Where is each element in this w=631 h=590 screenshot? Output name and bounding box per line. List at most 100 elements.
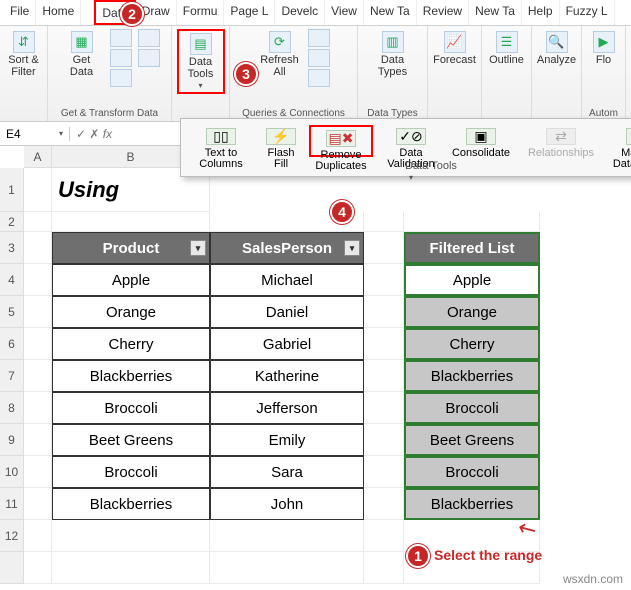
- tab-newtab2[interactable]: New Ta: [469, 0, 522, 25]
- consolidate-button[interactable]: ▣ Consolidate: [449, 125, 513, 157]
- product-cell[interactable]: Apple: [52, 264, 210, 296]
- cell[interactable]: [364, 520, 404, 552]
- cell[interactable]: [24, 296, 52, 328]
- existing-conn-icon[interactable]: [138, 49, 160, 67]
- cell[interactable]: [364, 328, 404, 360]
- outline-button[interactable]: ☰ Outline: [486, 29, 527, 69]
- product-cell[interactable]: Blackberries: [52, 360, 210, 392]
- row-header[interactable]: 4: [0, 264, 24, 296]
- salesperson-header[interactable]: SalesPerson ▾: [210, 232, 364, 264]
- tab-pagelayout[interactable]: Page L: [224, 0, 275, 25]
- tab-review[interactable]: Review: [417, 0, 469, 25]
- tab-fuzzy[interactable]: Fuzzy L: [560, 0, 615, 25]
- cell[interactable]: [24, 552, 52, 584]
- filtered-cell[interactable]: Apple: [404, 264, 540, 296]
- data-types-button[interactable]: ▥ Data Types: [371, 29, 415, 80]
- row-header[interactable]: 9: [0, 424, 24, 456]
- product-cell[interactable]: Orange: [52, 296, 210, 328]
- cell[interactable]: [24, 168, 52, 212]
- tab-newtab1[interactable]: New Ta: [364, 0, 417, 25]
- salesperson-cell[interactable]: Katherine: [210, 360, 364, 392]
- salesperson-cell[interactable]: Gabriel: [210, 328, 364, 360]
- row-header[interactable]: 7: [0, 360, 24, 392]
- edit-links-icon[interactable]: [308, 69, 330, 87]
- cell[interactable]: [364, 424, 404, 456]
- row-header[interactable]: 12: [0, 520, 24, 552]
- filter-dropdown-icon[interactable]: ▾: [344, 240, 360, 256]
- row-header[interactable]: 6: [0, 328, 24, 360]
- forecast-button[interactable]: 📈 Forecast: [433, 29, 477, 69]
- cell[interactable]: [364, 360, 404, 392]
- row-header[interactable]: 1: [0, 168, 24, 212]
- filtered-cell[interactable]: Beet Greens: [404, 424, 540, 456]
- cell[interactable]: [364, 296, 404, 328]
- salesperson-cell[interactable]: Sara: [210, 456, 364, 488]
- properties-icon[interactable]: [308, 49, 330, 67]
- cell[interactable]: [210, 520, 364, 552]
- flow-button[interactable]: ▶ Flo: [586, 29, 621, 69]
- filtered-cell[interactable]: Broccoli: [404, 392, 540, 424]
- filtered-cell[interactable]: Broccoli: [404, 456, 540, 488]
- salesperson-cell[interactable]: Daniel: [210, 296, 364, 328]
- salesperson-cell[interactable]: Michael: [210, 264, 364, 296]
- get-data-button[interactable]: ▦ Get Data: [60, 29, 104, 80]
- salesperson-cell[interactable]: Jefferson: [210, 392, 364, 424]
- cell[interactable]: [364, 456, 404, 488]
- tab-help[interactable]: Help: [522, 0, 560, 25]
- row-header[interactable]: [0, 552, 24, 584]
- cell[interactable]: [24, 264, 52, 296]
- tab-view[interactable]: View: [325, 0, 364, 25]
- product-cell[interactable]: Blackberries: [52, 488, 210, 520]
- text-to-columns-button[interactable]: ▯▯ Text to Columns: [189, 125, 253, 157]
- cell[interactable]: [24, 360, 52, 392]
- cell[interactable]: [364, 212, 404, 232]
- row-header[interactable]: 3: [0, 232, 24, 264]
- row-header[interactable]: 8: [0, 392, 24, 424]
- flash-fill-button[interactable]: ⚡ Flash Fill: [259, 125, 303, 157]
- cell[interactable]: [52, 520, 210, 552]
- filter-dropdown-icon[interactable]: ▾: [190, 240, 206, 256]
- recent-sources-icon[interactable]: [138, 29, 160, 47]
- product-header[interactable]: Product ▾: [52, 232, 210, 264]
- cell[interactable]: [24, 520, 52, 552]
- refresh-all-button[interactable]: ⟳ Refresh All: [258, 29, 302, 80]
- cell[interactable]: [364, 488, 404, 520]
- data-validation-button[interactable]: ✓⊘ Data Validation ▾: [379, 125, 443, 157]
- tab-developer[interactable]: Develc: [275, 0, 325, 25]
- row-header[interactable]: 2: [0, 212, 24, 232]
- filtered-cell[interactable]: Orange: [404, 296, 540, 328]
- fx-button[interactable]: ✓ ✗ fx: [70, 127, 118, 141]
- filtered-cell[interactable]: Blackberries: [404, 488, 540, 520]
- from-web-icon[interactable]: [110, 49, 132, 67]
- cell[interactable]: [210, 552, 364, 584]
- product-cell[interactable]: Cherry: [52, 328, 210, 360]
- cell[interactable]: [24, 328, 52, 360]
- cell[interactable]: [364, 264, 404, 296]
- cell[interactable]: [364, 552, 404, 584]
- cell[interactable]: [24, 392, 52, 424]
- data-tools-button[interactable]: ▤ Data Tools ▾: [177, 29, 225, 94]
- cell[interactable]: [24, 232, 52, 264]
- salesperson-cell[interactable]: Emily: [210, 424, 364, 456]
- cell[interactable]: [24, 212, 52, 232]
- row-header[interactable]: 10: [0, 456, 24, 488]
- tab-formulas[interactable]: Formu: [177, 0, 225, 25]
- cell[interactable]: [24, 456, 52, 488]
- cell[interactable]: [52, 552, 210, 584]
- cell[interactable]: [24, 488, 52, 520]
- product-cell[interactable]: Broccoli: [52, 456, 210, 488]
- filtered-cell[interactable]: Blackberries: [404, 360, 540, 392]
- cell[interactable]: [364, 232, 404, 264]
- sort-filter-button[interactable]: ⇵ Sort & Filter: [4, 29, 43, 80]
- product-cell[interactable]: Broccoli: [52, 392, 210, 424]
- filtered-header[interactable]: Filtered List: [404, 232, 540, 264]
- manage-data-model-button[interactable]: ◫ Manage Data Model: [609, 125, 631, 157]
- cell[interactable]: [52, 212, 210, 232]
- cell[interactable]: [404, 212, 540, 232]
- tab-home[interactable]: Home: [36, 0, 81, 25]
- remove-duplicates-button[interactable]: ▤✖ Remove Duplicates: [309, 125, 373, 157]
- analyze-button[interactable]: 🔍 Analyze: [536, 29, 577, 69]
- from-text-icon[interactable]: [110, 29, 132, 47]
- row-header[interactable]: 5: [0, 296, 24, 328]
- queries-icon[interactable]: [308, 29, 330, 47]
